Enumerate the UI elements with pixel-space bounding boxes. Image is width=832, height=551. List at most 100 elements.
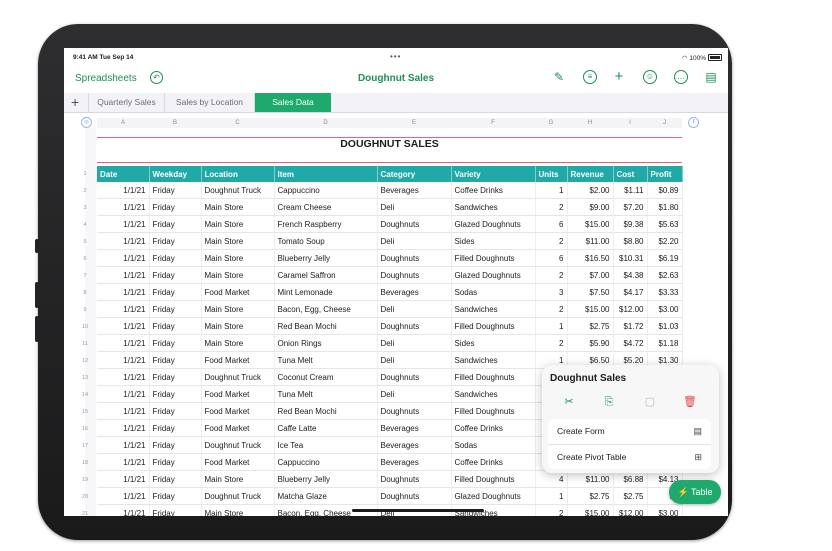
table-cell[interactable]: Blueberry Jelly xyxy=(274,470,378,488)
table-cell[interactable]: Sandwiches xyxy=(451,385,536,403)
row-number[interactable]: 14 xyxy=(78,387,92,404)
row-number[interactable]: 21 xyxy=(78,506,92,516)
table-cell[interactable]: Friday xyxy=(149,419,202,437)
table-cell[interactable]: Main Store xyxy=(201,317,275,335)
table-cell[interactable]: 6 xyxy=(535,215,568,233)
table-row[interactable]: 1/1/21 Friday Main Store Onion Rings Deli Sid… xyxy=(97,334,683,352)
row-number[interactable]: 3 xyxy=(78,200,92,217)
column-header[interactable]: Date xyxy=(97,166,150,182)
table-cell[interactable]: Beverages xyxy=(377,283,452,301)
column-header[interactable]: Location xyxy=(201,166,275,182)
table-cell[interactable]: $12.00 xyxy=(613,300,648,318)
cut-icon[interactable]: ✂ xyxy=(562,395,576,409)
table-cell[interactable]: 1/1/21 xyxy=(97,385,150,403)
add-icon[interactable]: + xyxy=(612,69,626,84)
table-cell[interactable]: $6.88 xyxy=(613,470,648,488)
table-cell[interactable]: Food Market xyxy=(201,351,275,369)
table-cell[interactable]: $7.50 xyxy=(567,283,614,301)
table-cell[interactable]: 1 xyxy=(535,487,568,505)
table-cell[interactable]: Glazed Doughnuts xyxy=(451,487,536,505)
tab-quarterly-sales[interactable]: Quarterly Sales xyxy=(88,93,164,112)
table-cell[interactable]: 2 xyxy=(535,334,568,352)
table-cell[interactable]: 1/1/21 xyxy=(97,215,150,233)
paste-icon[interactable]: ▢ xyxy=(643,395,657,409)
table-cell[interactable]: Friday xyxy=(149,402,202,420)
table-cell[interactable]: Sandwiches xyxy=(451,351,536,369)
row-number[interactable]: 10 xyxy=(78,319,92,336)
add-column-handle[interactable]: ‖ xyxy=(688,117,699,128)
table-cell[interactable]: 6 xyxy=(535,249,568,267)
table-cell[interactable]: 2 xyxy=(535,198,568,216)
table-cell[interactable]: Doughnuts xyxy=(377,368,452,386)
table-cell[interactable]: $3.33 xyxy=(647,283,683,301)
column-letter[interactable]: E xyxy=(377,118,452,128)
table-cell[interactable]: Tuna Melt xyxy=(274,351,378,369)
table-cell[interactable]: Sandwiches xyxy=(451,300,536,318)
table-cell[interactable]: Main Store xyxy=(201,470,275,488)
table-cell[interactable]: Red Bean Mochi xyxy=(274,402,378,420)
table-cell[interactable]: French Raspberry xyxy=(274,215,378,233)
row-number[interactable]: 7 xyxy=(78,268,92,285)
format-icon[interactable]: ≡ xyxy=(583,70,597,84)
document-title[interactable]: Doughnut Sales xyxy=(64,73,728,84)
table-cell[interactable]: Friday xyxy=(149,385,202,403)
copy-icon[interactable]: ⎘ xyxy=(602,395,616,409)
table-cell[interactable]: Main Store xyxy=(201,300,275,318)
table-cell[interactable]: 2 xyxy=(535,232,568,250)
table-cell[interactable]: Friday xyxy=(149,504,202,516)
table-cell[interactable]: Deli xyxy=(377,334,452,352)
column-letter[interactable]: B xyxy=(149,118,202,128)
table-cell[interactable]: Friday xyxy=(149,470,202,488)
table-cell[interactable]: Doughnuts xyxy=(377,215,452,233)
table-cell[interactable]: $9.38 xyxy=(613,215,648,233)
table-cell[interactable]: Cappuccino xyxy=(274,453,378,471)
row-number[interactable]: 16 xyxy=(78,421,92,438)
table-cell[interactable]: $8.80 xyxy=(613,232,648,250)
table-cell[interactable]: Friday xyxy=(149,487,202,505)
row-number[interactable]: 18 xyxy=(78,455,92,472)
row-number[interactable]: 8 xyxy=(78,285,92,302)
column-letter[interactable]: F xyxy=(451,118,536,128)
table-cell[interactable]: $1.03 xyxy=(647,317,683,335)
table-cell[interactable]: Filled Doughnuts xyxy=(451,368,536,386)
table-cell[interactable]: Food Market xyxy=(201,453,275,471)
table-row[interactable]: 1/1/21 Friday Main Store Blueberry Jelly Dou… xyxy=(97,249,683,267)
row-number[interactable]: 13 xyxy=(78,370,92,387)
table-cell[interactable]: Friday xyxy=(149,232,202,250)
table-cell[interactable]: Doughnuts xyxy=(377,470,452,488)
table-cell[interactable]: $2.63 xyxy=(647,266,683,284)
document-setup-icon[interactable]: ▤ xyxy=(704,70,718,84)
table-cell[interactable]: 1/1/21 xyxy=(97,419,150,437)
table-cell[interactable]: Friday xyxy=(149,368,202,386)
table-cell[interactable]: 1/1/21 xyxy=(97,198,150,216)
table-cell[interactable]: Friday xyxy=(149,266,202,284)
row-number[interactable]: 15 xyxy=(78,404,92,421)
table-cell[interactable]: $12.00 xyxy=(613,504,648,516)
column-header[interactable]: Category xyxy=(377,166,452,182)
create-pivot-table-item[interactable]: Create Pivot Table ⊞ xyxy=(548,445,711,469)
table-cell[interactable]: Ice Tea xyxy=(274,436,378,454)
table-cell[interactable]: Doughnuts xyxy=(377,249,452,267)
table-cell[interactable]: Friday xyxy=(149,317,202,335)
column-header[interactable]: Item xyxy=(274,166,378,182)
table-cell[interactable]: Main Store xyxy=(201,504,275,516)
table-cell[interactable]: Cream Cheese xyxy=(274,198,378,216)
table-cell[interactable]: Caramel Saffron xyxy=(274,266,378,284)
table-cell[interactable]: $15.00 xyxy=(567,300,614,318)
table-cell[interactable]: 1/1/21 xyxy=(97,300,150,318)
table-cell[interactable]: Main Store xyxy=(201,266,275,284)
table-cell[interactable]: Friday xyxy=(149,436,202,454)
row-number[interactable]: 5 xyxy=(78,234,92,251)
row-number[interactable]: 9 xyxy=(78,302,92,319)
table-row[interactable]: 1/1/21 Friday Main Store Red Bean Mochi Doug… xyxy=(97,317,683,335)
column-letter[interactable]: G xyxy=(535,118,568,128)
table-cell[interactable]: Friday xyxy=(149,334,202,352)
tab-sales-by-location[interactable]: Sales by Location xyxy=(164,93,254,112)
table-cell[interactable]: Sides xyxy=(451,334,536,352)
table-cell[interactable]: $2.75 xyxy=(613,487,648,505)
table-row[interactable]: 1/1/21 Friday Doughnut Truck Cappuccino Beve… xyxy=(97,182,683,199)
table-cell[interactable]: Beverages xyxy=(377,182,452,199)
table-cell[interactable]: 1/1/21 xyxy=(97,470,150,488)
table-cell[interactable]: Food Market xyxy=(201,283,275,301)
table-cell[interactable]: $2.20 xyxy=(647,232,683,250)
